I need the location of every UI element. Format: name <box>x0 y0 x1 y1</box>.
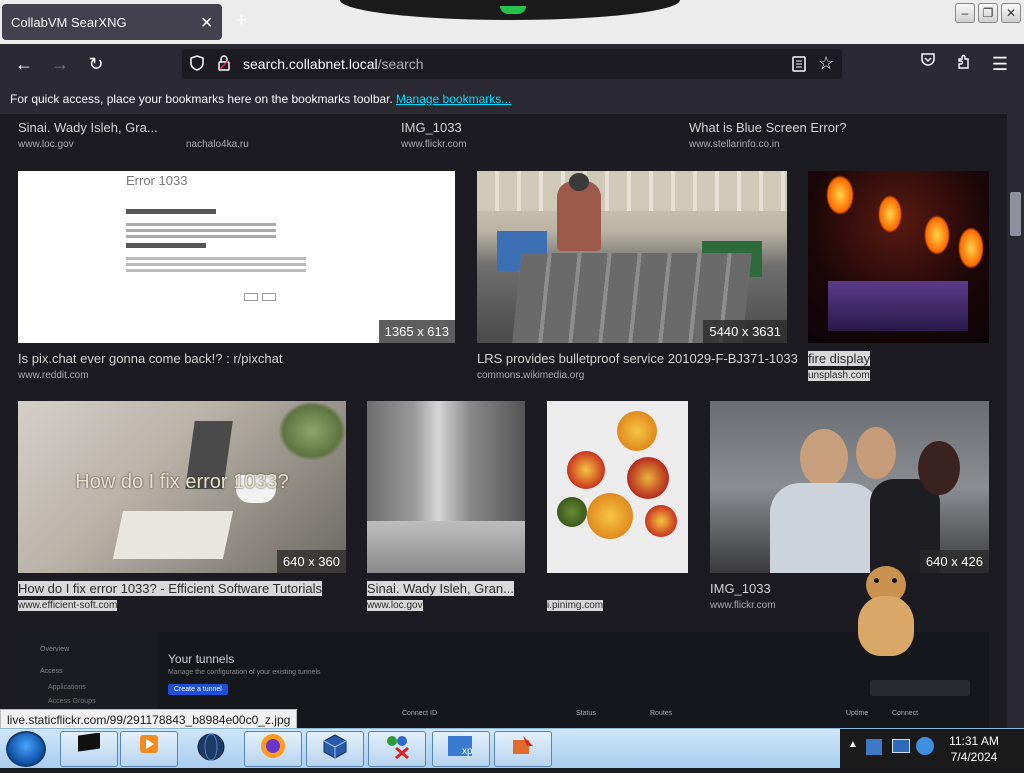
shield-icon[interactable] <box>190 55 204 74</box>
network-people-icon[interactable] <box>368 731 426 767</box>
result-source[interactable]: commons.wikimedia.org <box>477 370 584 381</box>
titlebar-decoration-accent <box>500 6 526 14</box>
result-image-fire-display[interactable] <box>808 171 989 343</box>
url-path: /search <box>377 56 424 72</box>
new-tab-button[interactable]: + <box>236 10 247 31</box>
result-image-lrs-service[interactable]: 5440 x 3631 <box>477 171 787 343</box>
back-button[interactable]: ← <box>12 52 36 76</box>
result-title[interactable]: Sinai. Wady Isleh, Gran... <box>367 581 514 596</box>
result-source[interactable]: www.loc.gov <box>367 600 423 611</box>
reload-button[interactable]: ↻ <box>84 52 108 76</box>
taskbar-clock[interactable]: 11:31 AM 7/4/2024 <box>944 733 1004 765</box>
url-text[interactable]: search.collabnet.local/search <box>243 56 424 72</box>
tab-collabvm-searxng[interactable]: CollabVM SearXNG ✕ <box>2 4 222 40</box>
start-button[interactable] <box>6 731 46 767</box>
image-text: Applications <box>48 684 86 691</box>
result-title[interactable]: Is pix.chat ever gonna come back!? : r/p… <box>18 351 282 366</box>
tray-app-icon[interactable] <box>866 739 882 755</box>
result-image-img-1033[interactable]: 640 x 426 <box>710 401 989 573</box>
tab-strip: CollabVM SearXNG ✕ + – ❐ ✕ <box>0 0 1024 44</box>
result-source[interactable]: unsplash.com <box>808 370 870 381</box>
url-bar[interactable]: search.collabnet.local/search ☆ <box>182 49 842 79</box>
result-title[interactable]: What is Blue Screen Error? <box>689 120 847 135</box>
result-source[interactable]: www.loc.gov <box>18 139 74 150</box>
scrollbar-thumb[interactable] <box>1010 192 1021 236</box>
tray-expand-icon[interactable]: ▲ <box>848 739 858 750</box>
search-results-page: Sinai. Wady Isleh, Gra... www.loc.gov na… <box>0 114 1007 728</box>
media-player-icon[interactable] <box>120 731 178 767</box>
forward-button[interactable]: → <box>48 52 72 76</box>
window-close-button[interactable]: ✕ <box>1001 3 1021 23</box>
hamburger-menu-icon[interactable]: ☰ <box>988 52 1012 76</box>
manage-bookmarks-link[interactable]: Manage bookmarks... <box>396 92 511 106</box>
black-window-icon[interactable] <box>60 731 118 767</box>
image-text: Connect <box>892 710 919 717</box>
firefox-icon[interactable] <box>244 731 302 767</box>
lock-icon[interactable] <box>218 55 230 74</box>
xp-logo-icon[interactable]: xp <box>432 731 490 767</box>
image-text: Connect ID <box>402 710 438 717</box>
result-source[interactable]: www.flickr.com <box>710 600 776 611</box>
tab-title: CollabVM SearXNG <box>11 15 127 30</box>
result-source[interactable]: www.stellarinfo.co.in <box>689 139 780 150</box>
result-source[interactable]: www.flickr.com <box>401 139 467 150</box>
result-title[interactable]: How do I fix error 1033? - Efficient Sof… <box>18 581 322 596</box>
extensions-icon[interactable] <box>952 52 976 76</box>
result-title[interactable]: Sinai. Wady Isleh, Gra... <box>18 120 158 135</box>
image-text: Your tunnels <box>168 652 235 666</box>
image-dimensions: 1365 x 613 <box>378 320 455 343</box>
bookmarks-message: For quick access, place your bookmarks h… <box>10 92 512 106</box>
windows-taskbar: xp ▲ 11:31 AM 7/4/2024 <box>0 728 1024 769</box>
result-title[interactable]: LRS provides bulletproof service 201029-… <box>477 351 798 366</box>
bookmark-star-icon[interactable]: ☆ <box>818 53 834 74</box>
image-text: Create a tunnel <box>168 684 228 695</box>
image-text: Routes <box>650 710 673 717</box>
tray-ie-icon[interactable] <box>916 737 934 755</box>
clock-time: 11:31 AM <box>949 734 999 748</box>
result-image-error-1033[interactable]: Error 1033 1365 x 613 <box>18 171 455 343</box>
image-dimensions: 5440 x 3631 <box>703 320 787 343</box>
image-text: Manage the configuration of your existin… <box>168 669 321 676</box>
image-text: Overview <box>40 646 70 653</box>
result-source[interactable]: www.reddit.com <box>18 370 89 381</box>
page-scrollbar[interactable] <box>1007 114 1024 728</box>
image-text: Error 1033 <box>126 173 188 188</box>
minimize-button[interactable]: – <box>955 3 975 23</box>
tab-close-icon[interactable]: ✕ <box>200 13 213 33</box>
result-title[interactable]: IMG_1033 <box>401 120 462 135</box>
image-text: Status <box>576 710 596 717</box>
image-dimensions: 640 x 360 <box>276 550 346 573</box>
reader-view-icon[interactable] <box>792 56 806 75</box>
image-text: How do I fix error 1033? <box>75 471 289 493</box>
image-text: Uptime <box>846 710 869 717</box>
result-source[interactable]: nachalo4ka.ru <box>186 139 249 150</box>
image-dimensions: 640 x 426 <box>919 550 989 573</box>
svg-text:xp: xp <box>462 746 473 757</box>
clock-date: 7/4/2024 <box>950 750 998 764</box>
tray-network-icon[interactable] <box>892 739 910 753</box>
result-title[interactable]: IMG_1033 <box>710 581 771 596</box>
image-text: Access <box>40 668 63 675</box>
result-image-flowers[interactable] <box>547 401 688 573</box>
hamster-sticker <box>856 566 918 656</box>
result-title[interactable]: fire display <box>808 351 871 366</box>
url-host: search.collabnet.local <box>243 56 378 72</box>
paint-icon[interactable] <box>494 731 552 767</box>
image-text: Access Groups <box>48 698 96 705</box>
link-status-url: live.staticflickr.com/99/291178843_b8984… <box>0 709 298 729</box>
result-source[interactable]: i.pinimg.com <box>547 600 604 611</box>
result-image-how-fix-1033[interactable]: How do I fix error 1033? 640 x 360 <box>18 401 346 573</box>
result-image-sinai[interactable] <box>367 401 525 573</box>
restore-button[interactable]: ❐ <box>978 3 998 23</box>
result-source[interactable]: www.efficient-soft.com <box>18 600 118 611</box>
pocket-icon[interactable] <box>916 52 940 76</box>
globe-icon[interactable] <box>182 731 240 767</box>
bookmarks-toolbar: For quick access, place your bookmarks h… <box>0 84 1024 114</box>
navigation-toolbar: ← → ↻ search.collabnet.local/search ☆ ☰ <box>0 44 1024 84</box>
virtualbox-icon[interactable] <box>306 731 364 767</box>
